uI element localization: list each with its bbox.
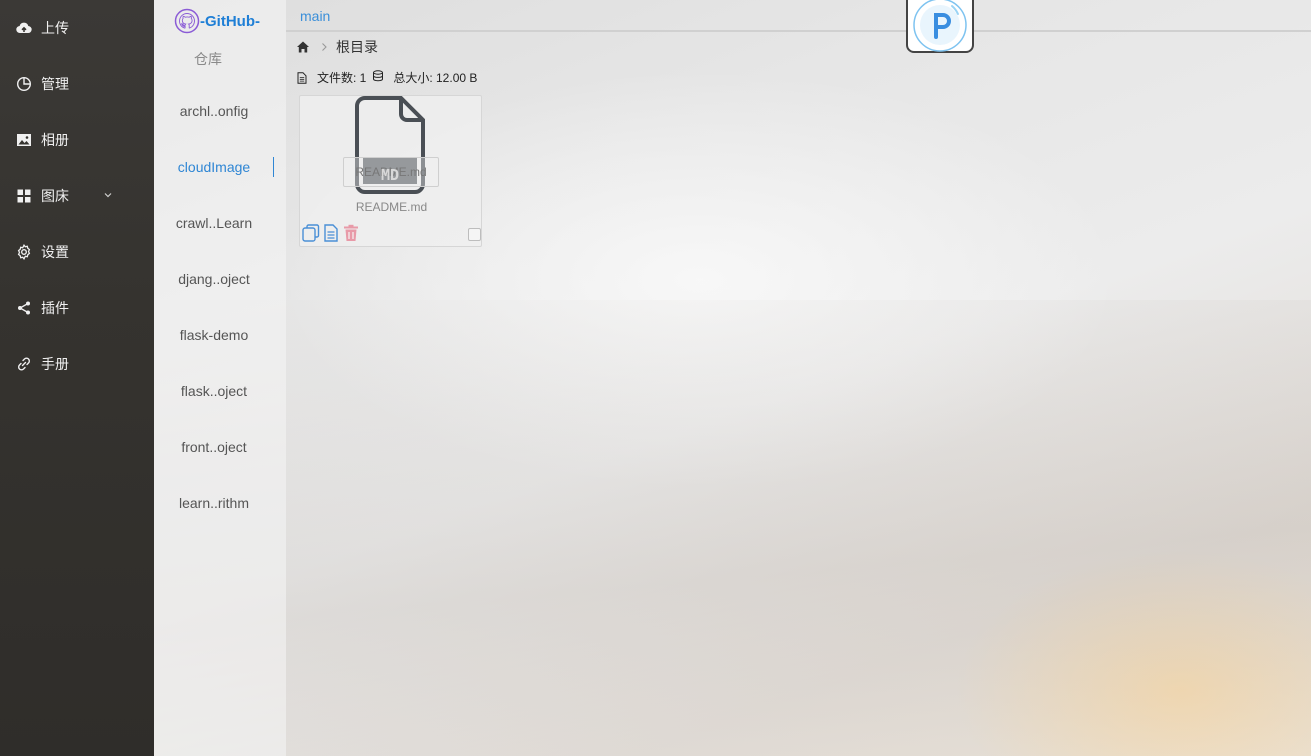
repo-subtitle: 仓库 [194, 51, 222, 67]
select-checkbox[interactable] [468, 228, 481, 241]
file-count-icon [297, 71, 307, 84]
delete-icon[interactable] [342, 224, 360, 242]
nav-item-label: 相册 [41, 132, 69, 148]
nav-item-label: 图床 [41, 188, 69, 204]
file-card[interactable]: README.md MD README.md [299, 95, 482, 247]
picgo-logo-icon [913, 0, 967, 52]
chevron-right-icon [322, 43, 327, 51]
repo-sidebar: -GitHub- 仓库 archl..onfig cloudImage craw… [154, 0, 286, 756]
main-nav: 上传 管理 相册 图床 设置 插件 手册 [0, 0, 154, 756]
home-icon[interactable] [296, 40, 310, 54]
link-icon [16, 356, 32, 372]
nav-item-imagebed[interactable]: 图床 [0, 168, 154, 224]
branch-tab[interactable]: main [300, 8, 330, 24]
total-size: 总大小: 12.00 B [393, 71, 478, 85]
nav-item-settings[interactable]: 设置 [0, 224, 154, 280]
file-count: 文件数: 1 [317, 71, 367, 85]
brand-title: -GitHub- [200, 12, 260, 30]
file-name[interactable]: README.md [300, 200, 483, 214]
document-icon[interactable] [322, 224, 340, 242]
breadcrumb-root[interactable]: 根目录 [336, 37, 378, 57]
file-actions [302, 224, 362, 242]
gear-icon [16, 244, 32, 260]
repo-item-active[interactable]: cloudImage [154, 147, 274, 187]
nav-item-label: 上传 [41, 20, 69, 36]
nav-item-label: 插件 [41, 300, 69, 316]
nav-item-label: 管理 [41, 76, 69, 92]
floating-app-logo[interactable] [906, 0, 974, 53]
repo-item[interactable]: learn..rithm [154, 483, 274, 523]
branch-bar: main [286, 0, 1311, 32]
repo-item[interactable]: flask-demo [154, 315, 274, 355]
share-icon [16, 300, 32, 316]
folder-stats: 文件数: 1 总大小: 12.00 B [296, 69, 483, 86]
nav-item-upload[interactable]: 上传 [0, 0, 154, 56]
chevron-down-icon[interactable] [102, 188, 114, 200]
github-brand: -GitHub- [174, 8, 260, 34]
nav-item-album[interactable]: 相册 [0, 112, 154, 168]
cloud-upload-icon [16, 20, 32, 36]
nav-item-label: 设置 [41, 244, 69, 260]
repo-item[interactable]: archl..onfig [154, 91, 274, 131]
grid-icon [16, 188, 32, 204]
repo-item[interactable]: djang..oject [154, 259, 274, 299]
picture-icon [16, 132, 32, 148]
file-type-label: MD [380, 166, 400, 184]
nav-item-manage[interactable]: 管理 [0, 56, 154, 112]
nav-item-manual[interactable]: 手册 [0, 336, 154, 392]
repo-item[interactable]: front..oject [154, 427, 274, 467]
github-icon [174, 8, 200, 34]
nav-item-plugins[interactable]: 插件 [0, 280, 154, 336]
repo-item[interactable]: flask..oject [154, 371, 274, 411]
copy-link-icon[interactable] [302, 224, 320, 242]
repo-item[interactable]: crawl..Learn [154, 203, 274, 243]
nav-item-label: 手册 [41, 356, 69, 372]
file-browser: main 根目录 文件数: 1 总大小: 12.00 B README.md M… [286, 0, 1311, 756]
breadcrumb: 根目录 [296, 37, 378, 57]
pie-chart-icon [16, 76, 32, 92]
database-icon [373, 69, 384, 81]
